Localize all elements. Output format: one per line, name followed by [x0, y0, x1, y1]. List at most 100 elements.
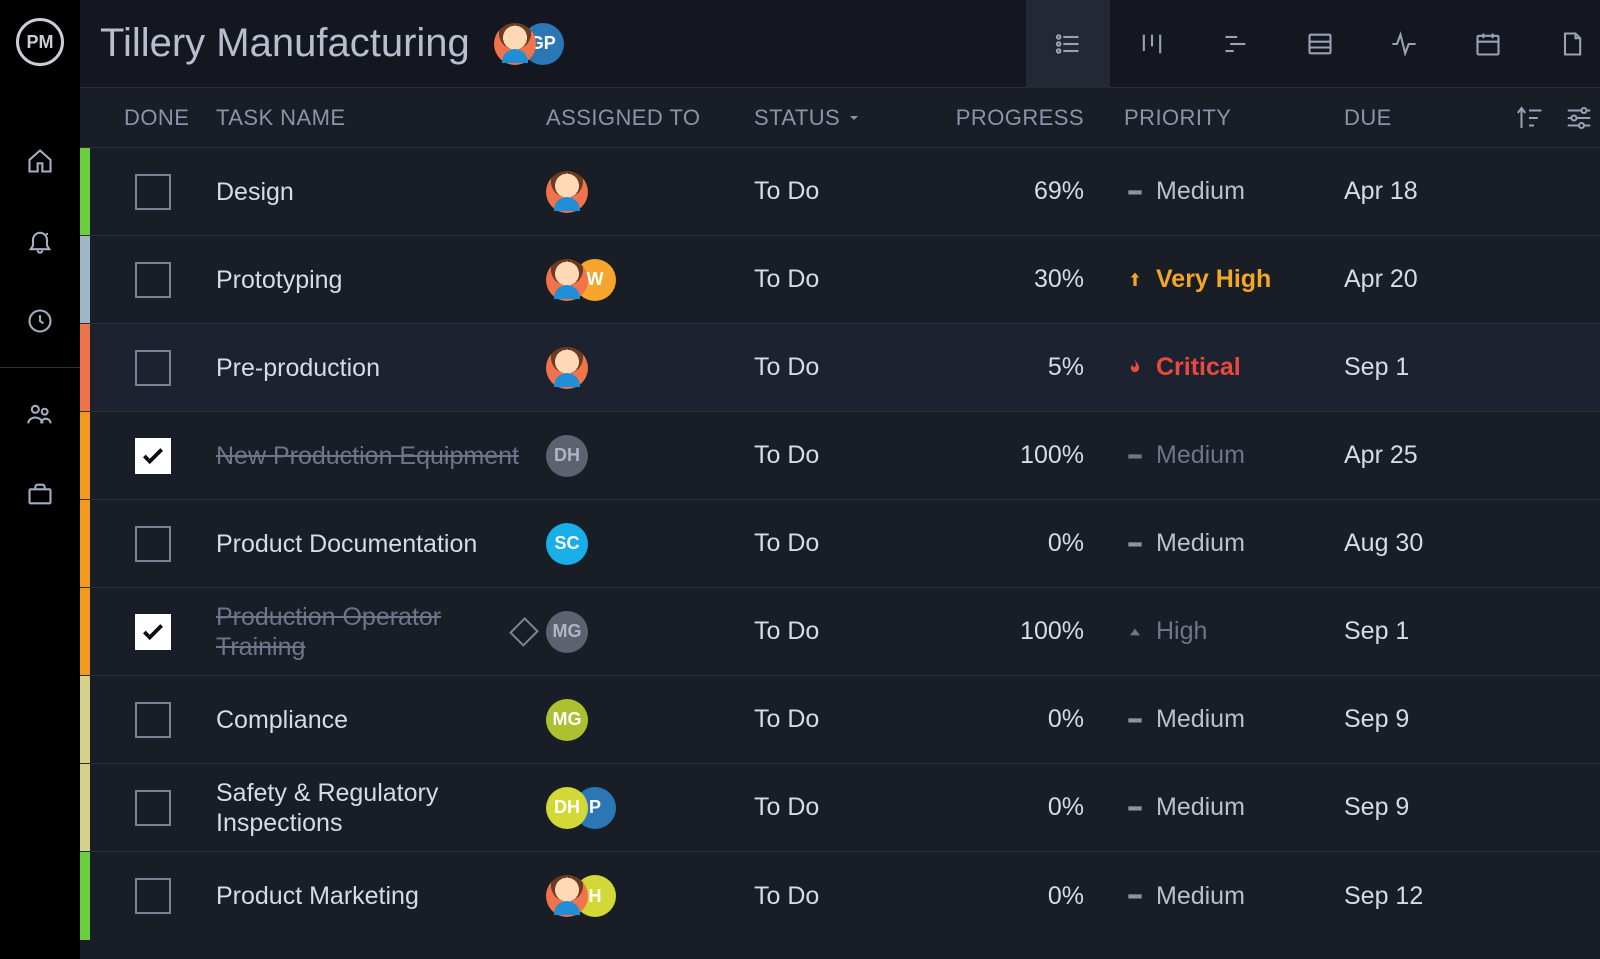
cell-status[interactable]: To Do — [754, 265, 944, 294]
task-row[interactable]: Product DocumentationSCTo Do0%MediumAug … — [80, 500, 1600, 588]
cell-assigned[interactable] — [546, 171, 754, 213]
done-checkbox[interactable] — [135, 526, 171, 562]
cell-due[interactable]: Apr 25 — [1344, 441, 1514, 470]
cell-done — [90, 702, 216, 738]
column-done[interactable]: DONE — [124, 105, 216, 131]
cell-assigned[interactable]: DHP — [546, 787, 754, 829]
sort-icon[interactable] — [1514, 103, 1544, 133]
nav-notifications-icon[interactable] — [0, 201, 80, 281]
view-gantt-icon[interactable] — [1194, 0, 1278, 88]
cell-name[interactable]: Safety & Regulatory Inspections — [216, 778, 546, 838]
task-name-label: New Production Equipment — [216, 441, 519, 471]
nav-home-icon[interactable] — [0, 121, 80, 201]
cell-due[interactable]: Sep 1 — [1344, 617, 1514, 646]
cell-name[interactable]: Pre-production — [216, 353, 546, 383]
view-sheet-icon[interactable] — [1278, 0, 1362, 88]
column-priority[interactable]: PRIORITY — [1124, 105, 1344, 131]
cell-status[interactable]: To Do — [754, 705, 944, 734]
cell-name[interactable]: Prototyping — [216, 265, 546, 295]
cell-priority[interactable]: Medium — [1124, 441, 1344, 470]
cell-priority[interactable]: Medium — [1124, 705, 1344, 734]
cell-priority[interactable]: Medium — [1124, 793, 1344, 822]
cell-assigned[interactable] — [546, 347, 754, 389]
nav-rail: PM — [0, 0, 80, 959]
column-progress[interactable]: PROGRESS — [944, 105, 1124, 131]
done-checkbox[interactable] — [135, 262, 171, 298]
cell-status[interactable]: To Do — [754, 882, 944, 911]
cell-due[interactable]: Sep 1 — [1344, 353, 1514, 382]
cell-priority[interactable]: Medium — [1124, 882, 1344, 911]
cell-due[interactable]: Sep 9 — [1344, 705, 1514, 734]
nav-divider — [0, 367, 80, 368]
cell-priority[interactable]: Medium — [1124, 177, 1344, 206]
avatar: DH — [546, 435, 588, 477]
cell-priority[interactable]: High — [1124, 617, 1344, 646]
view-calendar-icon[interactable] — [1446, 0, 1530, 88]
task-row[interactable]: Product MarketingHTo Do0%MediumSep 12 — [80, 852, 1600, 940]
done-checkbox[interactable] — [135, 878, 171, 914]
cell-priority[interactable]: Critical — [1124, 353, 1344, 382]
avatar: MG — [546, 611, 588, 653]
filter-icon[interactable] — [1564, 103, 1594, 133]
done-checkbox[interactable] — [135, 438, 171, 474]
cell-status[interactable]: To Do — [754, 441, 944, 470]
task-row[interactable]: New Production EquipmentDHTo Do100%Mediu… — [80, 412, 1600, 500]
cell-progress: 0% — [944, 882, 1124, 911]
cell-assigned[interactable]: MG — [546, 611, 754, 653]
cell-due[interactable]: Apr 20 — [1344, 265, 1514, 294]
column-header-row: DONE TASK NAME ASSIGNED TO STATUS PROGRE… — [80, 88, 1600, 148]
column-tools — [1514, 103, 1600, 133]
task-row[interactable]: ComplianceMGTo Do0%MediumSep 9 — [80, 676, 1600, 764]
view-board-icon[interactable] — [1110, 0, 1194, 88]
cell-status[interactable]: To Do — [754, 353, 944, 382]
cell-due[interactable]: Apr 18 — [1344, 177, 1514, 206]
cell-assigned[interactable]: H — [546, 875, 754, 917]
cell-name[interactable]: Product Documentation — [216, 529, 546, 559]
cell-name[interactable]: New Production Equipment — [216, 441, 546, 471]
priority-icon — [1124, 445, 1146, 467]
cell-assigned[interactable]: MG — [546, 699, 754, 741]
task-row[interactable]: Safety & Regulatory InspectionsDHPTo Do0… — [80, 764, 1600, 852]
priority-icon — [1124, 533, 1146, 555]
cell-name[interactable]: Production Operator Training — [216, 602, 546, 662]
cell-priority[interactable]: Medium — [1124, 529, 1344, 558]
avatar — [546, 259, 588, 301]
cell-status[interactable]: To Do — [754, 529, 944, 558]
column-due[interactable]: DUE — [1344, 105, 1514, 131]
nav-portfolio-icon[interactable] — [0, 454, 80, 534]
cell-name[interactable]: Product Marketing — [216, 881, 546, 911]
milestone-icon — [509, 617, 539, 647]
cell-assigned[interactable]: DH — [546, 435, 754, 477]
column-status[interactable]: STATUS — [754, 105, 944, 131]
cell-due[interactable]: Aug 30 — [1344, 529, 1514, 558]
task-row[interactable]: Production Operator TrainingMGTo Do100%H… — [80, 588, 1600, 676]
column-assigned[interactable]: ASSIGNED TO — [546, 105, 754, 131]
nav-team-icon[interactable] — [0, 374, 80, 454]
cell-due[interactable]: Sep 12 — [1344, 882, 1514, 911]
view-activity-icon[interactable] — [1362, 0, 1446, 88]
view-list-icon[interactable] — [1026, 0, 1110, 88]
done-checkbox[interactable] — [135, 790, 171, 826]
cell-assigned[interactable]: SC — [546, 523, 754, 565]
cell-status[interactable]: To Do — [754, 617, 944, 646]
task-row[interactable]: Pre-productionTo Do5%CriticalSep 1 — [80, 324, 1600, 412]
task-row[interactable]: DesignTo Do69%MediumApr 18 — [80, 148, 1600, 236]
cell-status[interactable]: To Do — [754, 793, 944, 822]
cell-status[interactable]: To Do — [754, 177, 944, 206]
done-checkbox[interactable] — [135, 174, 171, 210]
cell-name[interactable]: Design — [216, 177, 546, 207]
cell-priority[interactable]: Very High — [1124, 265, 1344, 294]
cell-done — [90, 614, 216, 650]
cell-assigned[interactable]: W — [546, 259, 754, 301]
nav-recent-icon[interactable] — [0, 281, 80, 361]
cell-due[interactable]: Sep 9 — [1344, 793, 1514, 822]
task-row[interactable]: PrototypingWTo Do30%Very HighApr 20 — [80, 236, 1600, 324]
project-members[interactable]: GP — [494, 23, 564, 65]
view-file-icon[interactable] — [1530, 0, 1600, 88]
done-checkbox[interactable] — [135, 614, 171, 650]
avatar — [546, 171, 588, 213]
cell-name[interactable]: Compliance — [216, 705, 546, 735]
done-checkbox[interactable] — [135, 702, 171, 738]
done-checkbox[interactable] — [135, 350, 171, 386]
column-name[interactable]: TASK NAME — [216, 105, 546, 131]
